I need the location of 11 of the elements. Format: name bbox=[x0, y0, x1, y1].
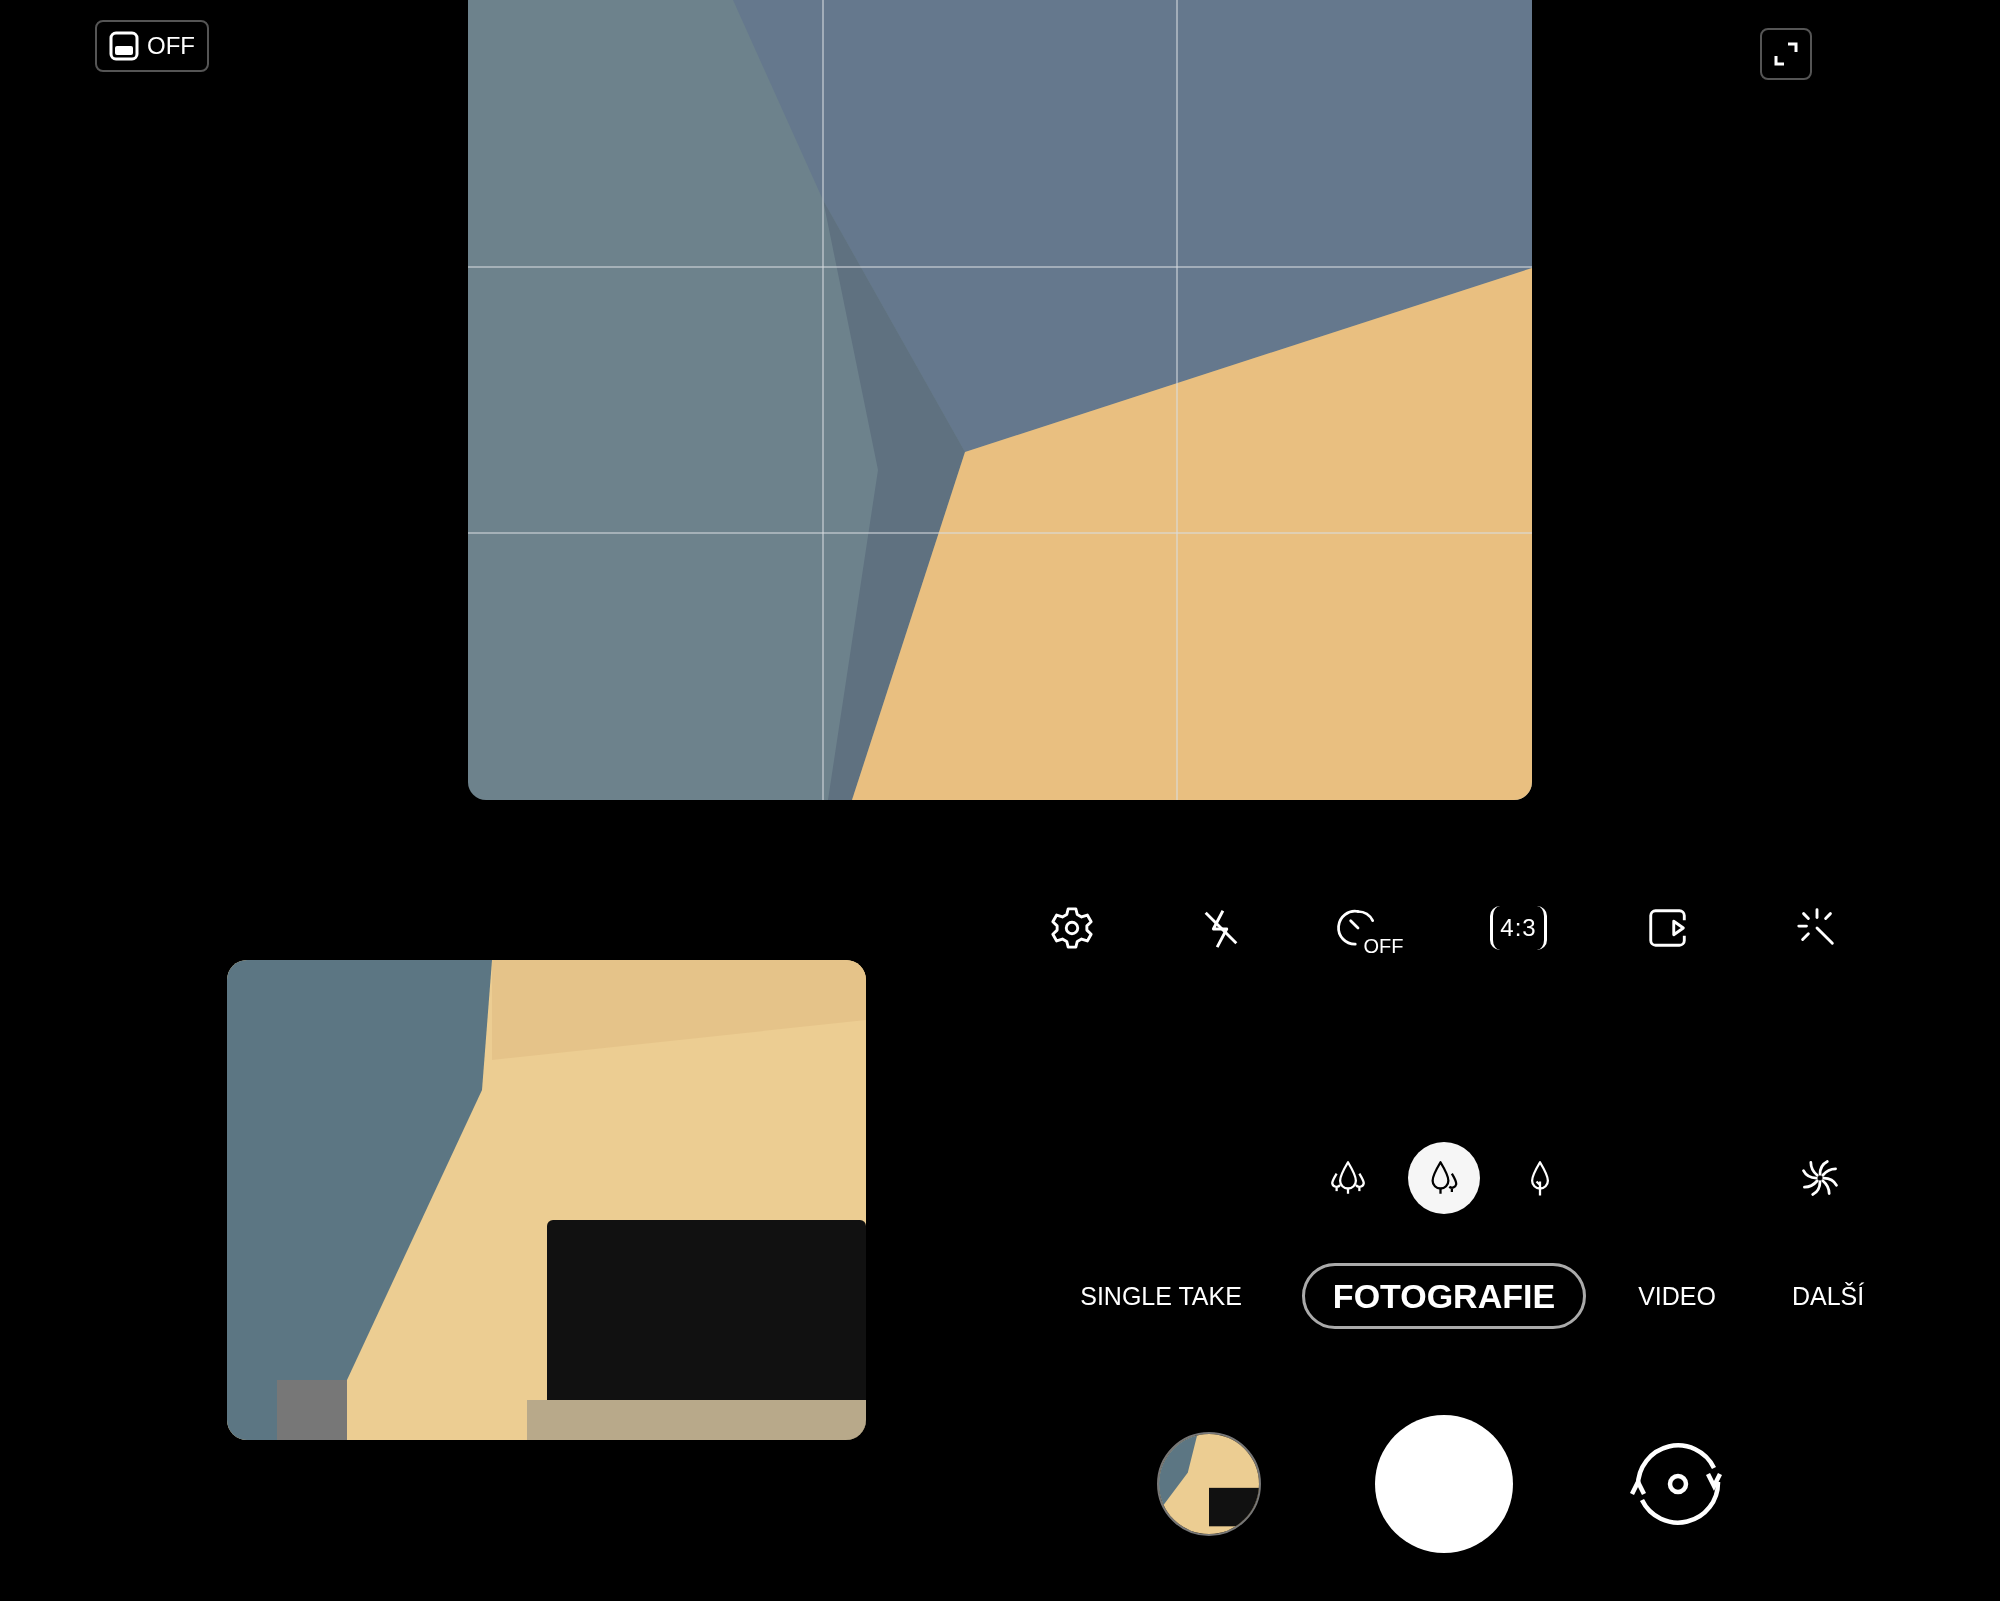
settings-icon bbox=[1048, 905, 1095, 951]
expand-button[interactable] bbox=[1760, 28, 1812, 80]
mode-tab[interactable]: FOTOGRAFIE bbox=[1301, 1263, 1587, 1329]
settings-button[interactable] bbox=[1048, 905, 1095, 951]
aspect-ratio-button[interactable]: 4:3 bbox=[1490, 906, 1547, 950]
timer-button[interactable]: OFF bbox=[1335, 900, 1404, 956]
mode-tab[interactable]: DALŠÍ bbox=[1787, 1275, 1869, 1317]
screen-icon bbox=[109, 31, 139, 61]
toggle-button[interactable]: OFF bbox=[95, 20, 209, 72]
mode-tab[interactable]: SINGLE TAKE bbox=[1076, 1275, 1246, 1317]
mode-tab[interactable]: VIDEO bbox=[1634, 1275, 1720, 1317]
